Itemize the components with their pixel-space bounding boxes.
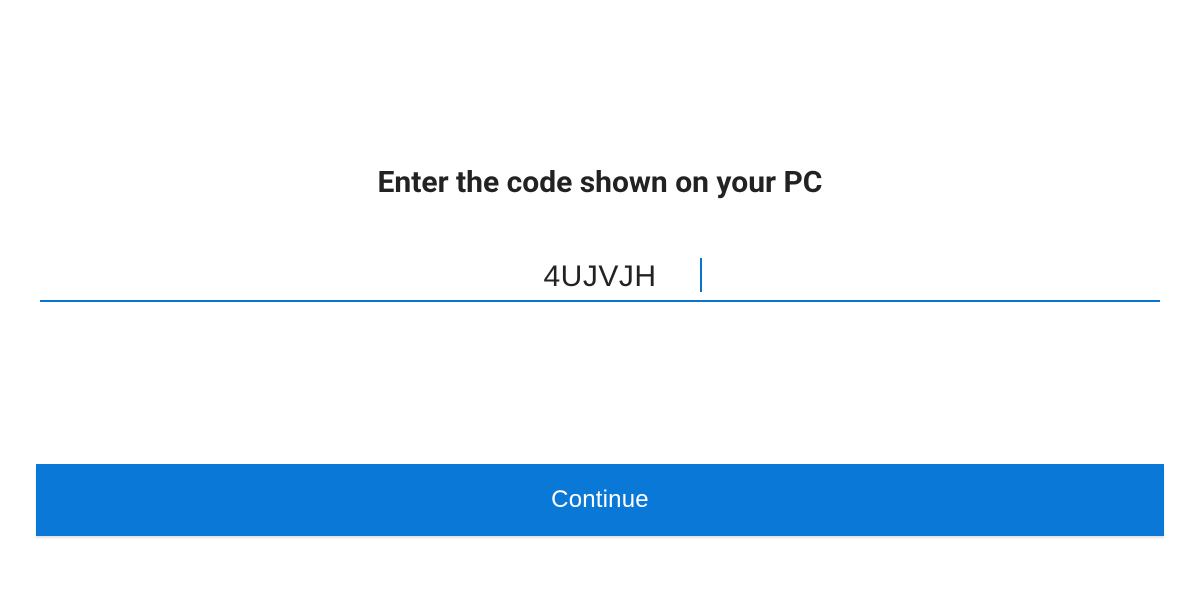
code-entry-screen: Enter the code shown on your PC Continue [0,0,1200,600]
code-input-wrap [40,260,1160,302]
continue-button[interactable]: Continue [36,464,1164,536]
code-input[interactable] [40,260,1160,294]
text-caret [700,258,702,292]
page-heading: Enter the code shown on your PC [40,165,1160,200]
